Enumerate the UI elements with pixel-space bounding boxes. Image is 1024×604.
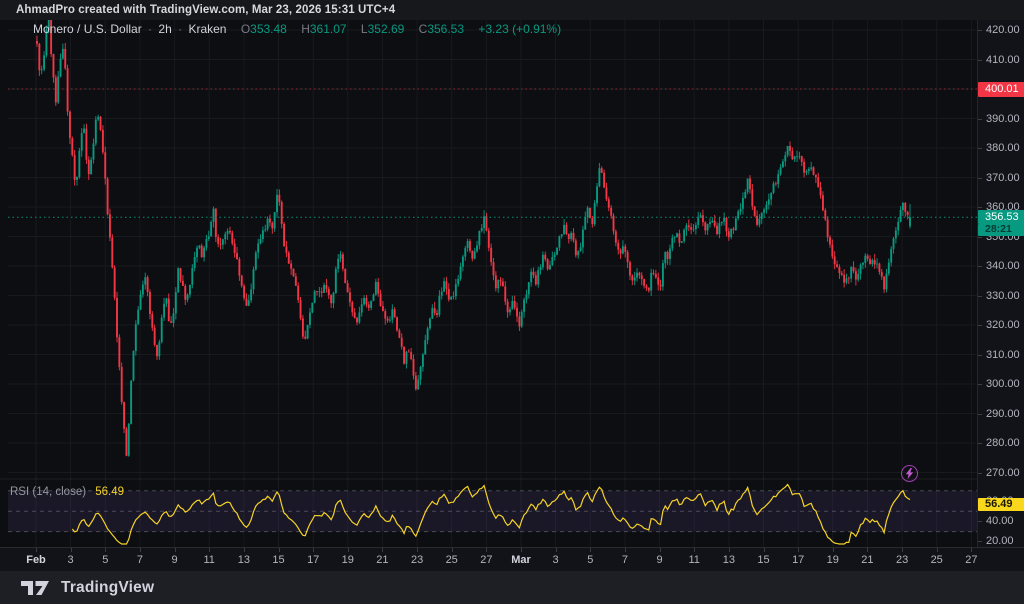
axis-time-label: 23 [411,554,423,566]
axis-price-label: 320.00 [986,319,1020,331]
time-axis[interactable]: Feb 3 5 7 9 11 13 15 17 19 21 23 25 27 Mar 3 5 7 9 11 13 15 17… [0,547,1024,572]
axis-time-label: 27 [480,554,492,566]
axis-price-label: 270.00 [986,467,1020,479]
chart-canvas[interactable] [0,0,1024,604]
axis-time-label: 5 [102,554,108,566]
axis-price-label: 380.00 [986,142,1020,154]
axis-time-label: 15 [272,554,284,566]
close-value: 356.53 [427,22,464,36]
axis-price-label: 310.00 [986,349,1020,361]
axis-time-label: 13 [238,554,250,566]
axis-time-label: 17 [307,554,319,566]
tradingview-logo-icon[interactable] [20,579,52,597]
legend-separator: · [178,22,182,36]
axis-time-label: 13 [723,554,735,566]
price-alert-badge[interactable]: 400.01 [978,82,1024,97]
boost-flash-icon[interactable] [901,465,918,482]
axis-price-label: 330.00 [986,290,1020,302]
axis-time-label: 25 [446,554,458,566]
axis-price-label: 420.00 [986,24,1020,36]
axis-price-label: 40.00 [986,515,1014,527]
axis-time-label: 21 [376,554,388,566]
symbol-title[interactable]: Monero / U.S. Dollar [33,22,142,36]
bar-countdown-badge: 28:21 [978,224,1024,236]
axis-price-label: 340.00 [986,260,1020,272]
attribution-text: AhmadPro created with TradingView.com, M… [16,4,395,16]
axis-time-label: Feb [26,554,46,566]
axis-time-label: Mar [511,554,531,566]
rsi-value: 56.49 [95,486,124,498]
axis-price-label: 290.00 [986,408,1020,420]
legend-separator: · [148,22,152,36]
axis-time-label: 21 [861,554,873,566]
lightning-bolt-icon [905,468,914,479]
axis-time-label: 9 [657,554,663,566]
axis-price-label: 410.00 [986,54,1020,66]
axis-time-label: 19 [342,554,354,566]
tradingview-chart-window: AhmadPro created with TradingView.com, M… [0,0,1024,604]
axis-time-label: 17 [792,554,804,566]
low-letter: L [361,22,368,36]
change-value: +3.23 (+0.91%) [478,22,561,36]
rsi-value-badge: 56.49 [978,498,1024,511]
axis-price-label: 280.00 [986,437,1020,449]
open-value: 353.48 [250,22,287,36]
axis-time-label: 3 [68,554,74,566]
tradingview-brand-text[interactable]: TradingView [61,579,154,597]
axis-time-label: 3 [553,554,559,566]
exchange-label: Kraken [188,22,226,36]
axis-price-label: 300.00 [986,378,1020,390]
axis-time-label: 11 [203,554,214,566]
rsi-label[interactable]: RSI (14, close) [10,486,86,498]
axis-time-label: 15 [757,554,769,566]
axis-time-label: 27 [965,554,977,566]
chart-legend[interactable]: Monero / U.S. Dollar · 2h · Kraken O353.… [33,22,564,36]
axis-time-label: 9 [172,554,178,566]
axis-time-label: 25 [931,554,943,566]
last-price-badge: 356.53 [978,210,1024,224]
axis-time-label: 19 [827,554,839,566]
axis-time-label: 7 [622,554,628,566]
attribution-bar: AhmadPro created with TradingView.com, M… [0,0,1024,20]
axis-price-label: 20.00 [986,535,1014,547]
high-letter: H [301,22,310,36]
low-value: 352.69 [368,22,405,36]
interval-label[interactable]: 2h [158,22,171,36]
axis-time-label: 23 [896,554,908,566]
axis-time-label: 11 [688,554,699,566]
axis-time-label: 5 [587,554,593,566]
axis-price-label: 370.00 [986,172,1020,184]
high-value: 361.07 [310,22,347,36]
open-letter: O [241,22,250,36]
axis-time-label: 7 [137,554,143,566]
price-axis[interactable]: 400.01 356.53 28:21 56.49 420.00 410.00 40… [977,20,1024,547]
rsi-indicator-legend[interactable]: RSI (14, close) 56.49 [10,486,124,498]
axis-price-label: 390.00 [986,113,1020,125]
footer-bar: TradingView [0,571,1024,604]
